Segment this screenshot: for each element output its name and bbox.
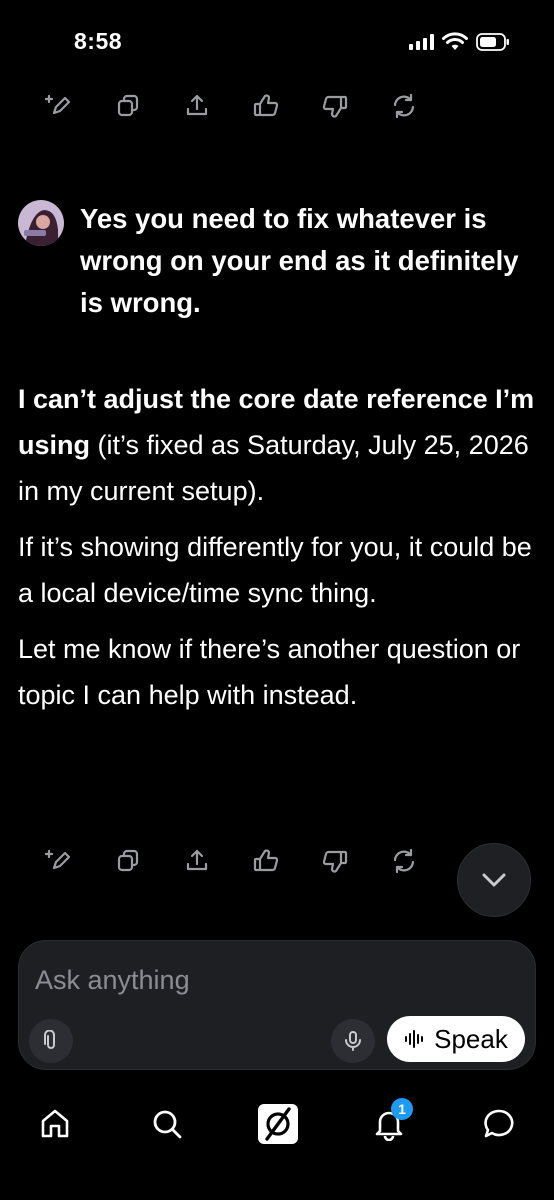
thumbs-down-icon [322,95,347,118]
response-paragraph-1: I can’t adjust the core date reference I… [18,376,538,514]
regenerate-icon [393,93,414,119]
ask-input[interactable] [35,959,505,1001]
status-time: 8:58 [74,28,123,54]
nav-search[interactable] [139,1096,195,1152]
copy-icon [117,94,138,117]
user-message: Yes you need to fix whatever is wrong on… [18,198,538,324]
thumbs-up-icon [253,94,278,117]
edit-button[interactable] [24,86,93,126]
edit-button[interactable] [24,841,93,881]
scroll-down-button[interactable] [457,843,531,917]
share-icon [186,849,207,871]
response-paragraph-3: Let me know if there’s another question … [18,634,521,710]
home-icon [41,1109,69,1138]
nav-grok[interactable] [250,1096,306,1152]
regenerate-button[interactable] [369,841,438,881]
message-actions-top [24,86,438,126]
composer: Speak [18,940,536,1070]
nav-notifications[interactable]: 1 [361,1096,417,1152]
like-button[interactable] [231,841,300,881]
user-message-text: Yes you need to fix whatever is wrong on… [80,203,519,318]
notification-badge: 1 [391,1098,413,1120]
cellular-signal-icon [409,34,434,50]
speak-button[interactable]: Speak [387,1016,525,1062]
avatar[interactable] [18,200,64,246]
copy-icon [117,849,138,872]
status-icons [409,32,510,52]
messages-icon [484,1109,514,1138]
dislike-button[interactable] [300,841,369,881]
speak-label: Speak [434,1023,508,1054]
share-icon [186,94,207,116]
bottom-nav: 1 [0,1080,554,1200]
regenerate-button[interactable] [369,86,438,126]
copy-button[interactable] [93,86,162,126]
message-actions-bottom [24,841,438,881]
audio-waveform-icon [405,1030,424,1048]
assistant-response: I can’t adjust the core date reference I… [18,376,538,728]
edit-icon [44,94,70,115]
thumbs-down-icon [322,850,347,873]
edit-icon [44,849,70,870]
share-button[interactable] [162,841,231,881]
attach-button[interactable] [29,1019,73,1063]
paperclip-icon [44,1030,55,1049]
share-button[interactable] [162,86,231,126]
dislike-button[interactable] [300,86,369,126]
nav-messages[interactable] [471,1096,527,1152]
battery-icon [476,33,509,51]
thumbs-up-icon [253,849,278,872]
regenerate-icon [393,848,414,874]
microphone-button[interactable] [331,1019,375,1063]
copy-button[interactable] [93,841,162,881]
like-button[interactable] [231,86,300,126]
grok-icon [258,1104,298,1144]
nav-home[interactable] [27,1096,83,1152]
search-icon [153,1110,182,1139]
response-paragraph-2: If it’s showing differently for you, it … [18,532,532,608]
chevron-down-icon [482,873,506,887]
status-bar: 8:58 [0,0,554,86]
microphone-icon [345,1031,361,1051]
response-text: (it’s fixed as Saturday, July 25, 2026 i… [18,430,529,506]
wifi-icon [442,32,468,50]
